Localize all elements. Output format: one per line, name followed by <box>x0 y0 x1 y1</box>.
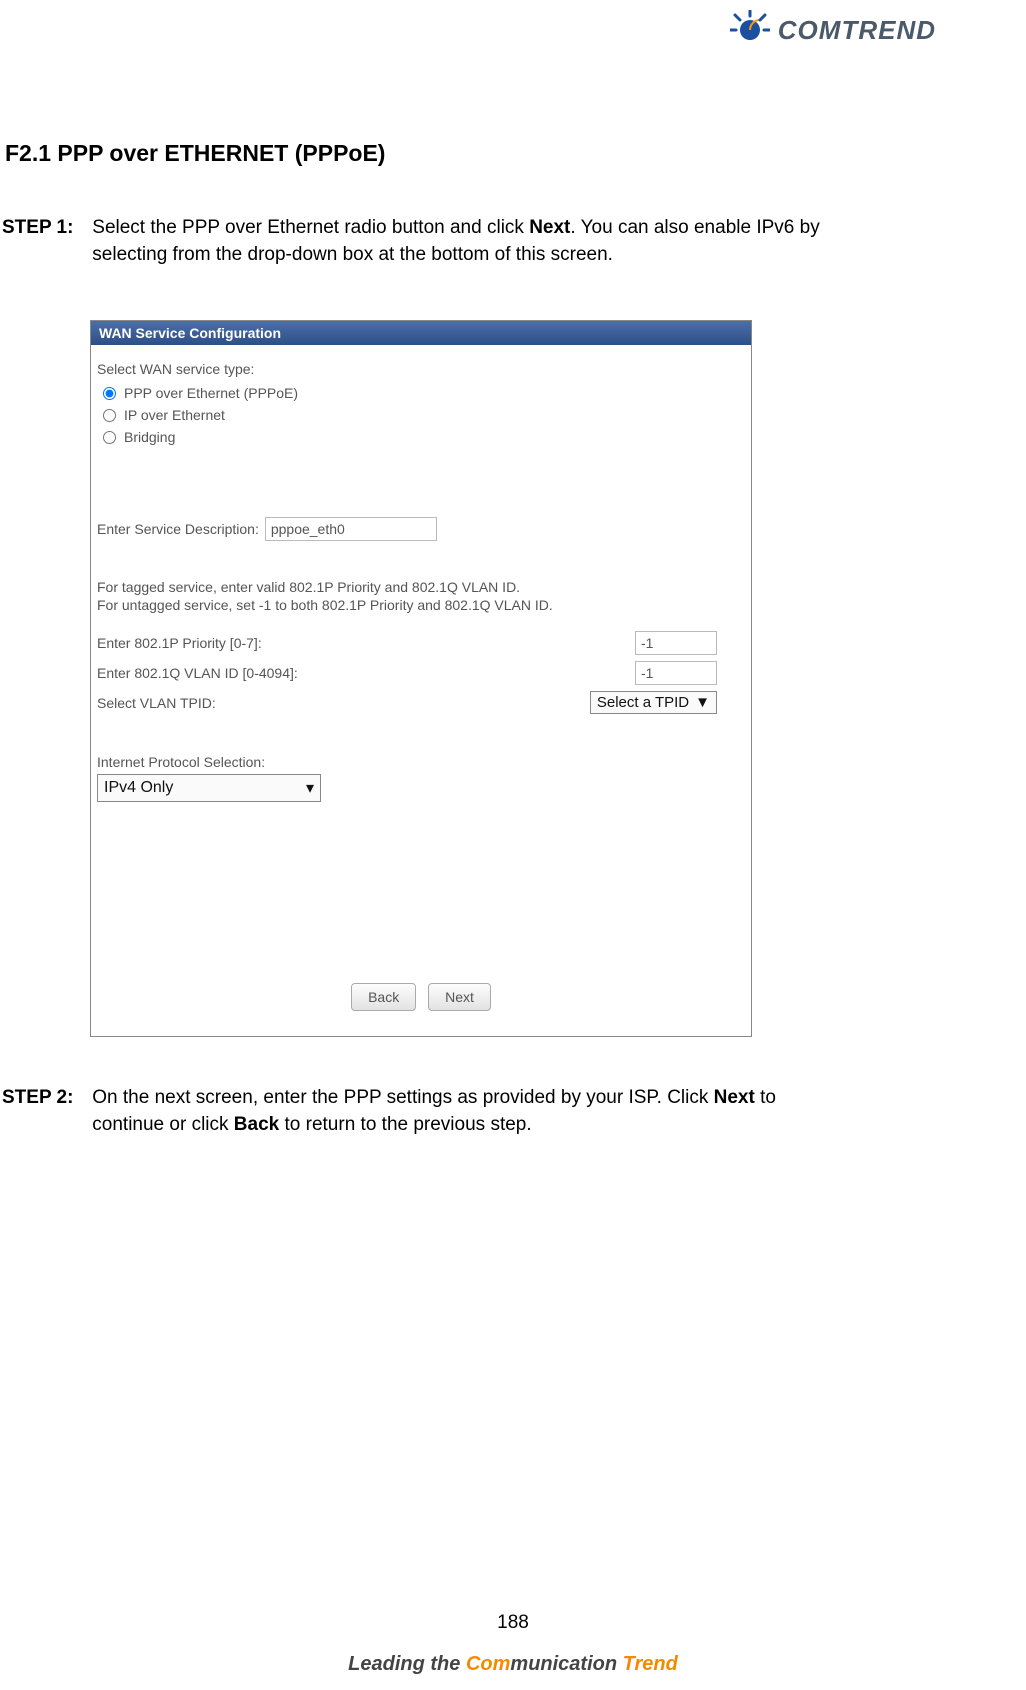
panel-buttons: Back Next <box>91 983 751 1011</box>
vlan-label: Enter 802.1Q VLAN ID [0-4094]: <box>97 665 298 681</box>
select-wan-label: Select WAN service type: <box>97 361 745 377</box>
radio-ipoe[interactable]: IP over Ethernet <box>103 407 745 423</box>
vlan-input[interactable] <box>635 661 717 685</box>
priority-label: Enter 802.1P Priority [0-7]: <box>97 635 262 651</box>
next-button[interactable]: Next <box>428 983 491 1011</box>
footer-tagline: Leading the Communication Trend <box>0 1653 1026 1676</box>
step-2-back-word: Back <box>234 1114 279 1135</box>
step-1-body: Select the PPP over Ethernet radio butto… <box>92 215 852 268</box>
service-description-row: Enter Service Description: <box>97 517 745 541</box>
radio-pppoe[interactable]: PPP over Ethernet (PPPoE) <box>103 385 745 401</box>
footer-b: Com <box>466 1653 510 1675</box>
chevron-down-icon: ▼ <box>695 694 710 711</box>
vlan-row: Enter 802.1Q VLAN ID [0-4094]: <box>97 661 717 685</box>
step-2-next-word: Next <box>714 1087 755 1108</box>
brand-name: COMTREND <box>778 15 936 46</box>
radio-pppoe-label: PPP over Ethernet (PPPoE) <box>124 385 298 401</box>
radio-bridge[interactable]: Bridging <box>103 429 745 445</box>
service-description-label: Enter Service Description: <box>97 521 259 537</box>
step-1-text-a: Select the PPP over Ethernet radio butto… <box>92 217 529 238</box>
page-number: 188 <box>0 1612 1026 1634</box>
ip-selection-value: IPv4 Only <box>104 779 173 797</box>
wan-service-config-panel: WAN Service Configuration Select WAN ser… <box>90 320 752 1037</box>
footer-c: munication <box>510 1653 622 1675</box>
radio-pppoe-input[interactable] <box>103 387 116 400</box>
priority-row: Enter 802.1P Priority [0-7]: <box>97 631 717 655</box>
radio-bridge-label: Bridging <box>124 429 175 445</box>
step-2-text-c: to return to the previous step. <box>279 1114 531 1135</box>
tag-hint-2: For untagged service, set -1 to both 802… <box>97 597 745 613</box>
radio-bridge-input[interactable] <box>103 431 116 444</box>
tpid-select-value: Select a TPID <box>597 694 689 711</box>
priority-input[interactable] <box>635 631 717 655</box>
step-2: STEP 2: On the next screen, enter the PP… <box>2 1085 936 1138</box>
ip-selection-select[interactable]: IPv4 Only ▾ <box>97 774 321 802</box>
brand-logo: COMTREND <box>730 10 936 50</box>
step-2-label: STEP 2: <box>2 1085 87 1112</box>
radio-ipoe-input[interactable] <box>103 409 116 422</box>
footer-a: Leading the <box>348 1653 466 1675</box>
tpid-row: Select VLAN TPID: Select a TPID ▼ <box>97 691 717 714</box>
section-heading: F2.1 PPP over ETHERNET (PPPoE) <box>5 140 385 167</box>
step-1-label: STEP 1: <box>2 215 87 242</box>
globe-swirl-icon <box>730 10 770 50</box>
panel-title: WAN Service Configuration <box>91 321 751 345</box>
tpid-label: Select VLAN TPID: <box>97 695 216 711</box>
tpid-select[interactable]: Select a TPID ▼ <box>590 691 717 714</box>
radio-ipoe-label: IP over Ethernet <box>124 407 225 423</box>
ip-selection-label: Internet Protocol Selection: <box>97 754 745 770</box>
step-2-body: On the next screen, enter the PPP settin… <box>92 1085 852 1138</box>
chevron-down-icon: ▾ <box>306 778 314 798</box>
step-1-next-word: Next <box>529 217 570 238</box>
back-button[interactable]: Back <box>351 983 416 1011</box>
ip-selection-block: Internet Protocol Selection: IPv4 Only ▾ <box>97 754 745 802</box>
tag-hint-1: For tagged service, enter valid 802.1P P… <box>97 579 745 595</box>
service-description-input[interactable] <box>265 517 437 541</box>
footer-d: Trend <box>623 1653 678 1675</box>
step-1: STEP 1: Select the PPP over Ethernet rad… <box>2 215 936 268</box>
step-2-text-a: On the next screen, enter the PPP settin… <box>92 1087 713 1108</box>
